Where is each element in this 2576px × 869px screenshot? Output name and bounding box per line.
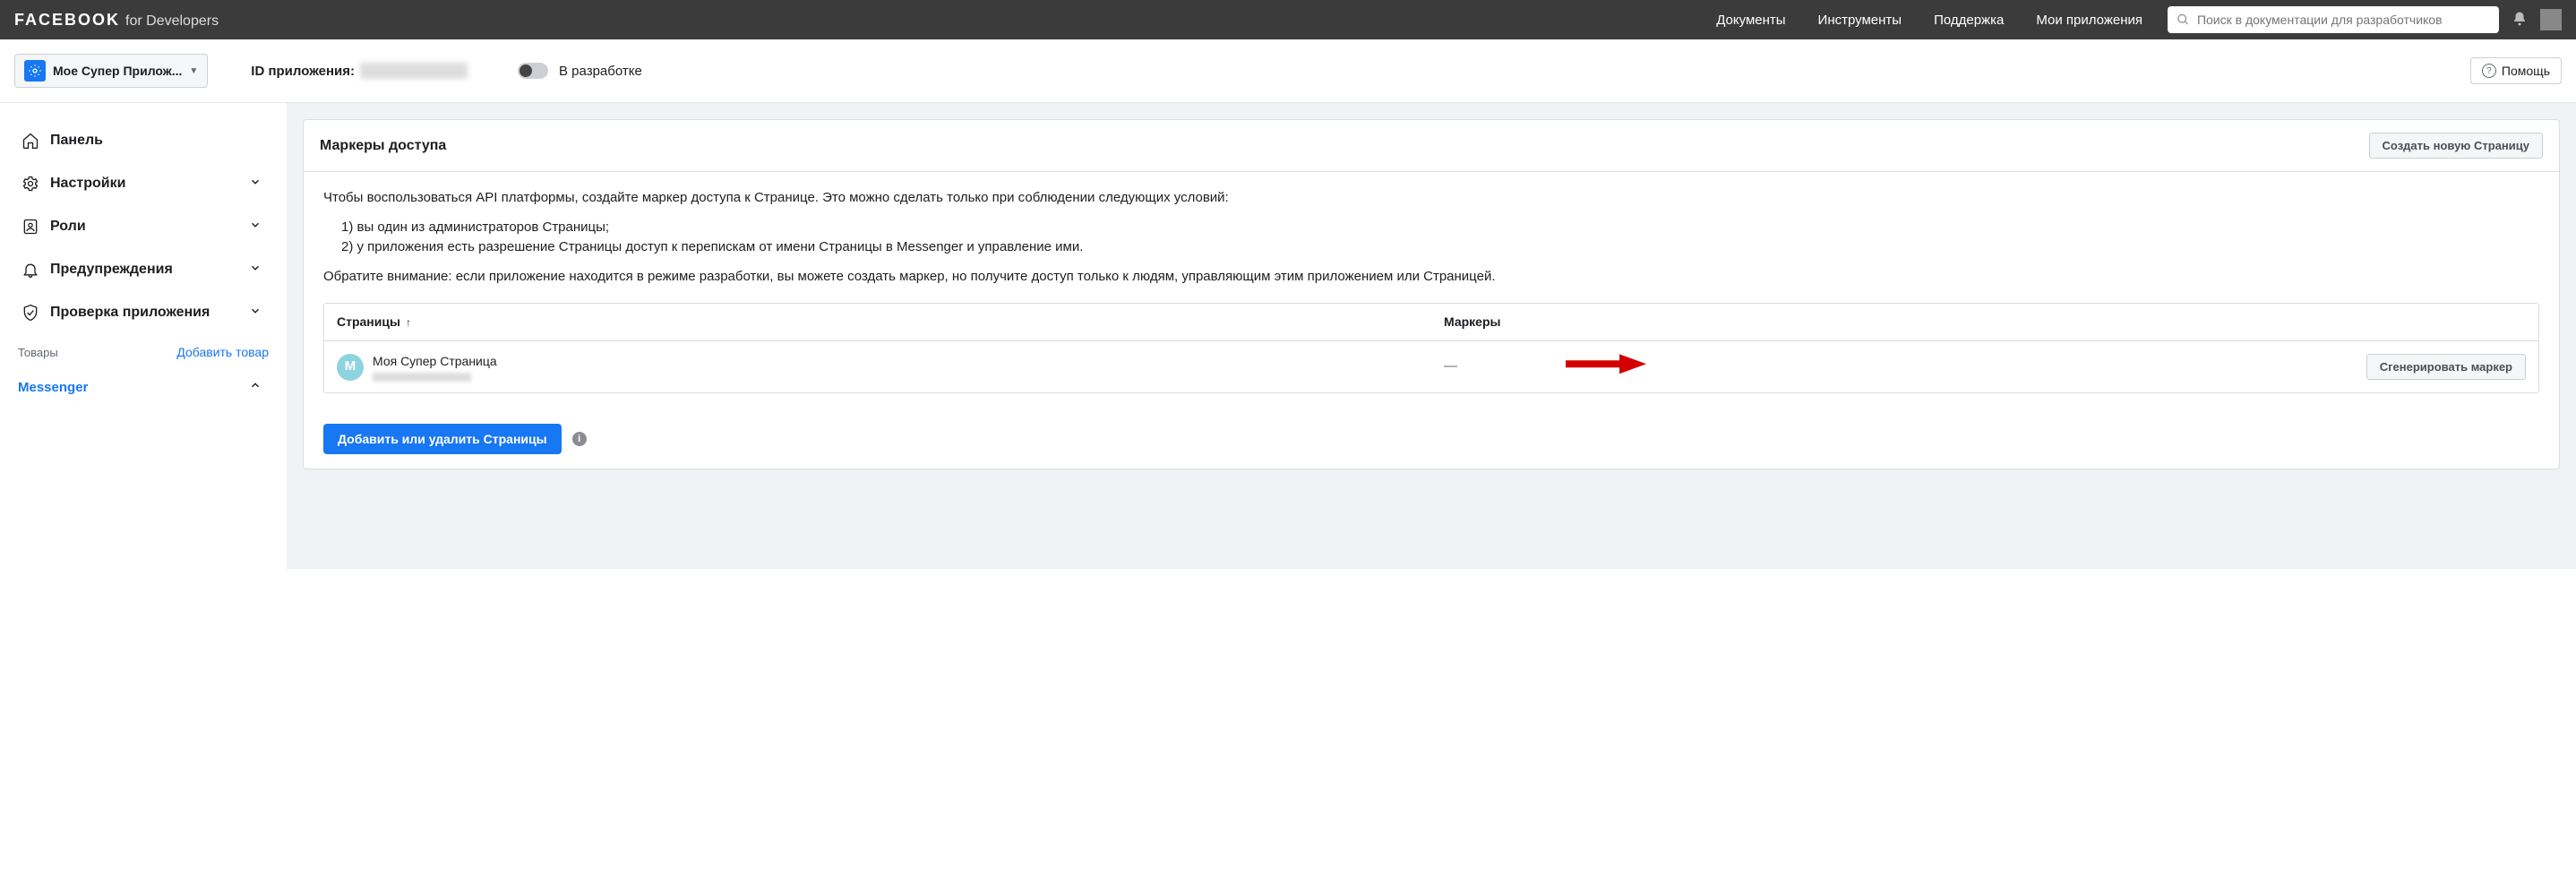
column-pages[interactable]: Страницы ↑ xyxy=(324,304,1431,340)
sidebar-item-alerts[interactable]: Предупреждения xyxy=(0,248,287,291)
search-icon xyxy=(2177,13,2190,27)
search-box[interactable] xyxy=(2168,6,2499,33)
sidebar-item-label: Настройки xyxy=(50,176,125,192)
chevron-down-icon xyxy=(249,176,262,193)
brand-facebook: FACEBOOK xyxy=(14,11,120,30)
sort-ascending-icon: ↑ xyxy=(406,314,411,331)
chevron-down-icon xyxy=(249,262,262,279)
brand[interactable]: FACEBOOK for Developers xyxy=(14,11,219,30)
condition-2: 2) у приложения есть разрешение Страницы… xyxy=(341,237,2539,258)
app-id-value xyxy=(360,63,468,79)
sidebar-item-messenger[interactable]: Messenger xyxy=(0,368,287,406)
create-new-page-button[interactable]: Создать новую Страницу xyxy=(2369,133,2543,159)
sidebar-item-settings[interactable]: Настройки xyxy=(0,162,287,205)
user-avatar[interactable] xyxy=(2540,9,2562,30)
column-pages-label: Страницы xyxy=(337,313,400,331)
help-icon: ? xyxy=(2482,64,2496,78)
search-input[interactable] xyxy=(2197,13,2490,27)
sidebar-item-roles[interactable]: Роли xyxy=(0,205,287,248)
chevron-up-icon xyxy=(249,379,262,395)
note-text: Обратите внимание: если приложение наход… xyxy=(323,267,2539,288)
column-tokens: Маркеры xyxy=(1431,304,2538,340)
nav-tools[interactable]: Инструменты xyxy=(1818,13,1902,28)
help-label: Помощь xyxy=(2502,64,2550,78)
nav-my-apps[interactable]: Мои приложения xyxy=(2036,13,2142,28)
sidebar-item-label: Предупреждения xyxy=(50,262,173,278)
chevron-down-icon xyxy=(249,305,262,322)
access-tokens-card: Маркеры доступа Создать новую Страницу Ч… xyxy=(303,119,2560,469)
add-remove-pages-button[interactable]: Добавить или удалить Страницы xyxy=(323,424,562,454)
dev-mode-toggle[interactable] xyxy=(518,63,548,79)
roles-icon xyxy=(18,218,43,236)
caret-down-icon: ▼ xyxy=(189,66,198,76)
app-id-label: ID приложения: xyxy=(251,64,355,79)
gear-icon xyxy=(18,175,43,193)
app-icon xyxy=(24,60,46,82)
table-row: M Моя Супер Страница — Сгенерировать xyxy=(324,341,2538,392)
chevron-down-icon xyxy=(249,219,262,236)
app-name: Мое Супер Прилож... xyxy=(53,64,182,78)
info-icon[interactable]: i xyxy=(572,432,587,446)
pages-table: Страницы ↑ Маркеры M Моя Супер Страница xyxy=(323,303,2539,393)
brand-for-developers: for Developers xyxy=(125,13,219,30)
shield-icon xyxy=(18,304,43,322)
home-icon xyxy=(18,132,43,150)
card-title: Маркеры доступа xyxy=(320,138,446,154)
nav-support[interactable]: Поддержка xyxy=(1934,13,2004,28)
sidebar-item-dashboard[interactable]: Панель xyxy=(0,119,287,162)
content-area: Маркеры доступа Создать новую Страницу Ч… xyxy=(287,103,2576,569)
intro-text: Чтобы воспользоваться API платформы, соз… xyxy=(323,188,2539,209)
sidebar-item-label: Проверка приложения xyxy=(50,305,210,321)
sidebar-section-products: Товары xyxy=(18,346,58,359)
app-selector[interactable]: Мое Супер Прилож... ▼ xyxy=(14,54,208,88)
sidebar-item-label: Messenger xyxy=(18,380,88,395)
topnav-links: Документы Инструменты Поддержка Мои прил… xyxy=(1716,13,2142,28)
sidebar-item-app-review[interactable]: Проверка приложения xyxy=(0,291,287,334)
page-id xyxy=(373,373,471,382)
sidebar-item-label: Роли xyxy=(50,219,86,235)
token-value: — xyxy=(1444,357,1457,377)
add-product-link[interactable]: Добавить товар xyxy=(176,345,269,359)
page-avatar: M xyxy=(337,354,364,381)
page-name: Моя Супер Страница xyxy=(373,352,497,371)
help-button[interactable]: ? Помощь xyxy=(2470,57,2562,84)
notifications-icon[interactable] xyxy=(2512,11,2528,30)
arrow-annotation-icon xyxy=(1566,350,1646,384)
generate-token-button[interactable]: Сгенерировать маркер xyxy=(2366,354,2526,380)
condition-1: 1) вы один из администраторов Страницы; xyxy=(341,218,2539,238)
sidebar: Панель Настройки Роли Предупреждения xyxy=(0,103,287,569)
subheader: Мое Супер Прилож... ▼ ID приложения: В р… xyxy=(0,39,2576,103)
top-navbar: FACEBOOK for Developers Документы Инстру… xyxy=(0,0,2576,39)
bell-icon xyxy=(18,261,43,279)
nav-documents[interactable]: Документы xyxy=(1716,13,1785,28)
dev-mode-label: В разработке xyxy=(559,64,642,79)
sidebar-item-label: Панель xyxy=(50,133,103,149)
